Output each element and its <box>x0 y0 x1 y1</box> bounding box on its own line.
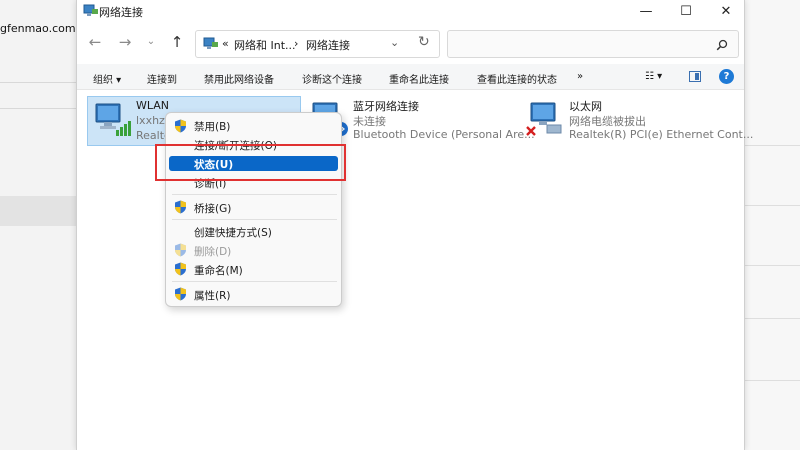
window-title: 网络连接 <box>99 6 143 19</box>
background-divider <box>745 205 800 206</box>
connection-item-ethernet[interactable]: 以太网 网络电缆被拔出 Realtek(R) PCI(e) Ethernet C… <box>521 96 753 146</box>
wifi-adapter-icon <box>95 103 131 136</box>
connect-to-button[interactable]: 连接到 <box>147 71 177 86</box>
menu-item-rename[interactable]: 重命名(M) <box>194 263 243 278</box>
background-divider <box>745 265 800 266</box>
title-bar: 网络连接 — ☐ ✕ <box>77 0 744 24</box>
context-menu: 禁用(B) 连接/断开连接(O) 状态(U) 诊断(I) 桥接(G) 创建快捷方… <box>165 112 342 307</box>
back-arrow-icon[interactable]: ← <box>85 33 105 51</box>
menu-item-create-shortcut[interactable]: 创建快捷方式(S) <box>194 225 272 240</box>
maximize-button[interactable]: ☐ <box>666 0 706 22</box>
breadcrumb-item-network-internet[interactable]: 网络和 Int... <box>234 37 296 53</box>
chevron-down-icon[interactable]: ⌄ <box>390 36 399 49</box>
forward-arrow-icon[interactable]: → <box>115 33 135 51</box>
uac-shield-icon <box>175 200 186 214</box>
change-view-icon[interactable]: ☷ ▾ <box>645 71 662 82</box>
menu-item-disable[interactable]: 禁用(B) <box>194 119 230 134</box>
background-divider <box>0 108 76 109</box>
breadcrumb-separator-icon[interactable]: › <box>294 37 298 50</box>
connection-device: Realtek(R) PCI(e) Ethernet Cont... <box>569 128 754 141</box>
refresh-icon[interactable]: ↻ <box>418 34 430 50</box>
connection-device: Bluetooth Device (Personal Are... <box>353 128 535 141</box>
breadcrumb-overflow[interactable]: « <box>222 37 229 50</box>
recent-locations-icon[interactable]: ⌄ <box>141 36 161 47</box>
menu-item-delete: 删除(D) <box>194 246 232 258</box>
uac-shield-icon <box>175 287 186 301</box>
menu-separator <box>172 281 337 282</box>
background-divider <box>745 145 800 146</box>
background-divider <box>745 318 800 319</box>
menu-separator <box>172 219 337 220</box>
uac-shield-icon <box>175 243 186 257</box>
organize-menu-button[interactable]: 组织 ▾ <box>93 71 121 86</box>
command-bar: 组织 ▾ 连接到 禁用此网络设备 诊断这个连接 重命名此连接 查看此连接的状态 … <box>77 64 744 90</box>
uac-shield-icon <box>175 119 186 133</box>
help-icon[interactable]: ? <box>719 69 734 84</box>
connection-name: WLAN <box>136 99 170 112</box>
network-folder-icon <box>83 4 98 16</box>
background-divider <box>0 82 76 83</box>
disable-device-button[interactable]: 禁用此网络设备 <box>204 71 274 86</box>
connection-status: 未连接 <box>353 115 386 128</box>
connection-name: 蓝牙网络连接 <box>353 100 419 113</box>
up-arrow-icon[interactable]: ↑ <box>167 33 187 51</box>
background-browser: gfenmao.com) <box>0 0 80 450</box>
close-button[interactable]: ✕ <box>706 0 746 22</box>
view-status-button[interactable]: 查看此连接的状态 <box>477 71 557 86</box>
search-box[interactable] <box>447 30 739 58</box>
background-divider <box>745 380 800 381</box>
highlight-annotation-box <box>155 144 346 181</box>
ethernet-adapter-icon <box>526 102 562 136</box>
menu-item-properties[interactable]: 属性(R) <box>194 288 231 303</box>
rename-connection-button[interactable]: 重命名此连接 <box>389 71 449 86</box>
connection-status: 网络电缆被拔出 <box>569 115 646 128</box>
uac-shield-icon <box>175 262 186 276</box>
diagnose-connection-button[interactable]: 诊断这个连接 <box>302 71 362 86</box>
search-icon[interactable] <box>716 39 728 51</box>
breadcrumb-item-network-connections[interactable]: 网络连接 <box>306 37 350 53</box>
network-folder-icon <box>203 37 218 49</box>
more-commands-button[interactable]: » <box>577 71 583 82</box>
navigation-bar: ← → ⌄ ↑ « 网络和 Int... › 网络连接 ⌄ ↻ <box>77 26 744 62</box>
menu-item-bridge[interactable]: 桥接(G) <box>194 201 231 216</box>
address-bar[interactable]: « 网络和 Int... › 网络连接 ⌄ ↻ <box>195 30 440 58</box>
menu-separator <box>172 194 337 195</box>
background-block <box>0 196 76 226</box>
minimize-button[interactable]: — <box>626 0 666 22</box>
connection-name: 以太网 <box>569 100 602 113</box>
background-right-panel <box>745 0 800 450</box>
preview-pane-icon[interactable] <box>689 71 701 82</box>
background-url-fragment: gfenmao.com) <box>0 22 80 35</box>
